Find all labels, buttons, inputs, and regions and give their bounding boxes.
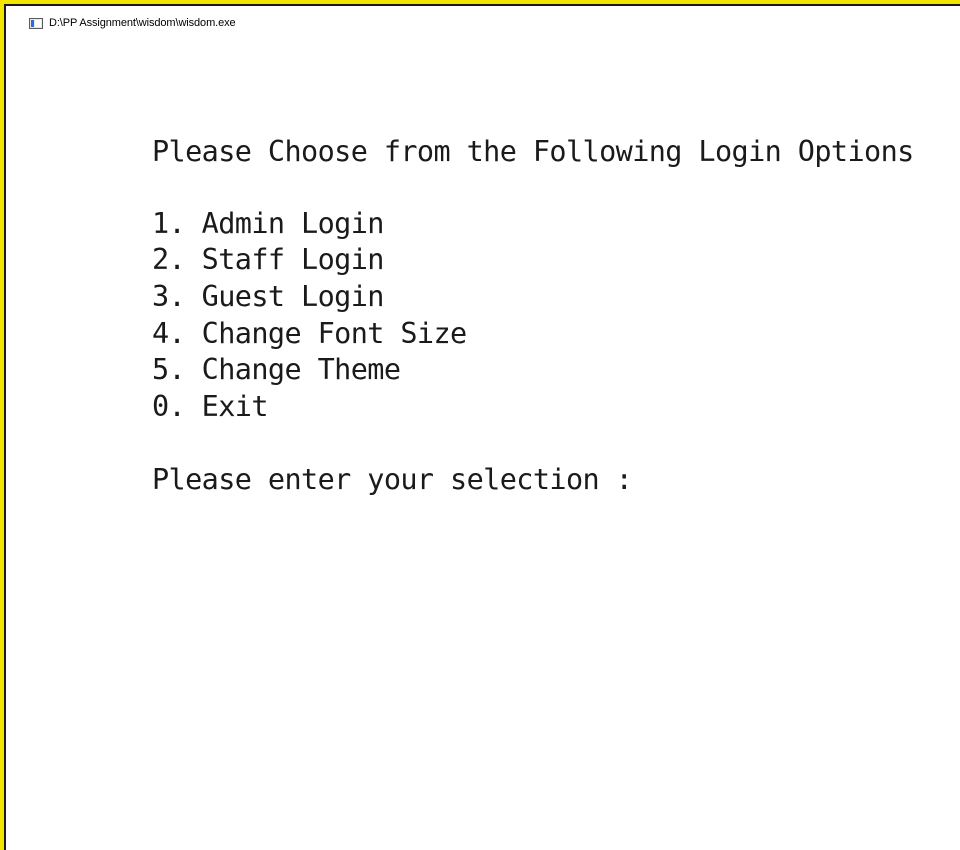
menu-option-guest-login: 3. Guest Login (152, 280, 384, 313)
window-title: D:\PP Assignment\wisdom\wisdom.exe (49, 17, 236, 29)
console-window[interactable]: D:\PP Assignment\wisdom\wisdom.exe Pleas… (4, 4, 960, 850)
menu-option-admin-login: 1. Admin Login (152, 207, 384, 240)
selection-prompt[interactable]: Please enter your selection : (152, 462, 633, 498)
menu-option-change-font-size: 4. Change Font Size (152, 317, 467, 350)
title-bar[interactable]: D:\PP Assignment\wisdom\wisdom.exe (6, 6, 960, 40)
console-output[interactable]: Please Choose from the Following Login O… (6, 40, 960, 850)
console-app-icon[interactable] (29, 17, 43, 29)
menu-option-exit: 0. Exit (152, 390, 269, 423)
menu-option-staff-login: 2. Staff Login (152, 243, 384, 276)
menu-heading: Please Choose from the Following Login O… (152, 135, 914, 168)
menu-option-change-theme: 5. Change Theme (152, 353, 401, 386)
